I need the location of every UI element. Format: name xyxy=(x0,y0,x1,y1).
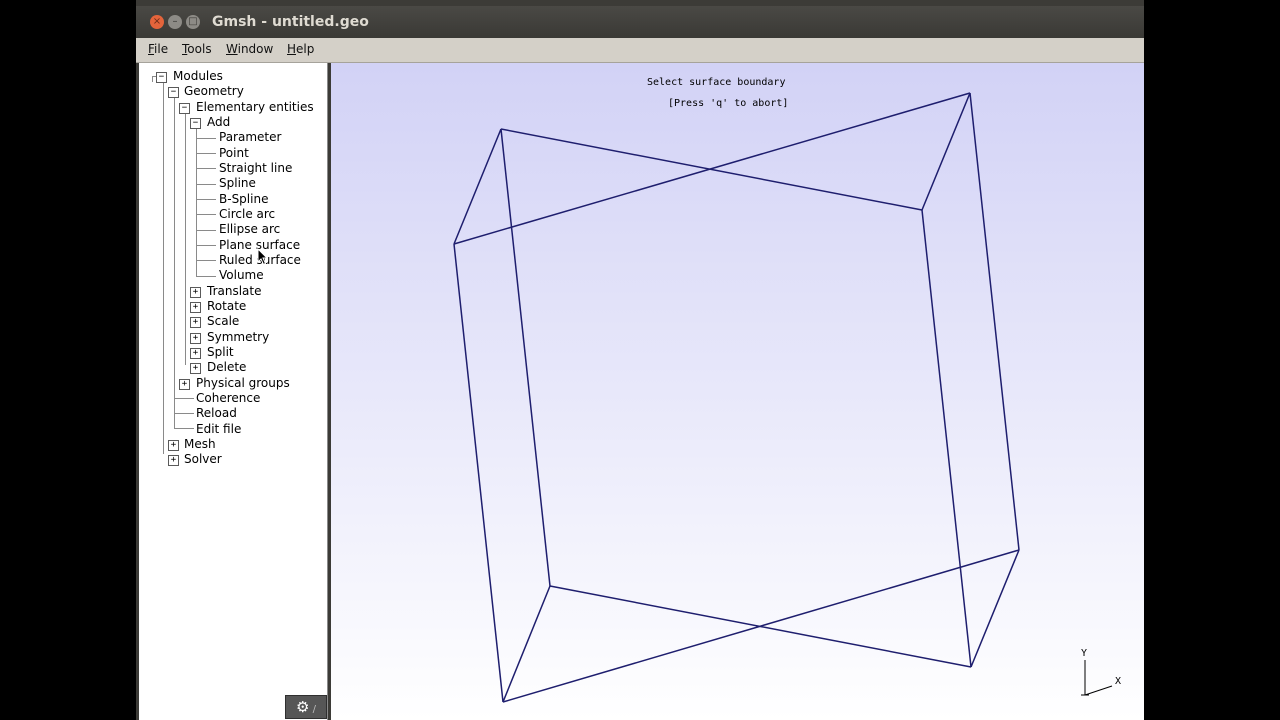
tree-item-coherence[interactable]: Coherence xyxy=(196,391,260,406)
cube-edge xyxy=(921,92,971,211)
cube-edge xyxy=(970,549,1020,668)
tree-connector xyxy=(174,413,194,414)
tree-connector xyxy=(196,260,216,261)
tree-item-ellipse-arc[interactable]: Ellipse arc xyxy=(219,222,280,237)
tree-connector xyxy=(196,168,216,169)
x-axis-label: X xyxy=(1115,676,1122,687)
tree-connector xyxy=(196,214,216,215)
cube-edge xyxy=(502,585,551,703)
tree-connector xyxy=(196,199,216,200)
symmetry-expand-toggle[interactable]: + xyxy=(190,333,201,344)
menu-help-rest: elp xyxy=(296,42,315,56)
tree-connector xyxy=(196,138,216,139)
tree-connector xyxy=(196,245,216,246)
title-bar: × – □ Gmsh - untitled.geo xyxy=(136,6,1144,38)
menu-bar: File Tools Window Help xyxy=(136,38,1144,63)
tree-item-straight-line[interactable]: Straight line xyxy=(219,161,292,176)
tree-connector xyxy=(174,97,175,428)
menu-file[interactable]: File xyxy=(148,42,168,56)
modules-collapse-toggle[interactable]: − xyxy=(156,72,167,83)
tree-item-rotate[interactable]: Rotate xyxy=(207,299,246,314)
tree-item-bspline[interactable]: B-Spline xyxy=(219,192,268,207)
menu-tools[interactable]: Tools xyxy=(182,42,212,56)
tree-item-volume[interactable]: Volume xyxy=(219,268,264,283)
y-axis-label: Y xyxy=(1081,648,1088,659)
cube-edge xyxy=(453,128,502,245)
elementary-collapse-toggle[interactable]: − xyxy=(179,103,190,114)
menu-arrow-icon: / xyxy=(309,704,316,715)
geometry-collapse-toggle[interactable]: − xyxy=(168,87,179,98)
tree-item-translate[interactable]: Translate xyxy=(207,284,262,299)
menu-help[interactable]: Help xyxy=(287,42,314,56)
solver-expand-toggle[interactable]: + xyxy=(168,455,179,466)
tree-item-scale[interactable]: Scale xyxy=(207,314,239,329)
tree-connector xyxy=(174,428,194,429)
physical-groups-expand-toggle[interactable]: + xyxy=(179,379,190,390)
close-window-button[interactable]: × xyxy=(150,15,164,29)
tree-connector xyxy=(163,81,164,454)
tree-connector xyxy=(174,398,194,399)
cube-edge xyxy=(453,92,971,245)
split-expand-toggle[interactable]: + xyxy=(190,348,201,359)
tree-connector xyxy=(196,127,197,276)
delete-expand-toggle[interactable]: + xyxy=(190,363,201,374)
add-collapse-toggle[interactable]: − xyxy=(190,118,201,129)
options-menu-button[interactable]: ⚙ / xyxy=(285,695,327,719)
gear-icon: ⚙ xyxy=(295,698,310,716)
rotate-expand-toggle[interactable]: + xyxy=(190,302,201,313)
tree-item-circle-arc[interactable]: Circle arc xyxy=(219,207,275,222)
mesh-expand-toggle[interactable]: + xyxy=(168,440,179,451)
translate-expand-toggle[interactable]: + xyxy=(190,287,201,298)
window-title: Gmsh - untitled.geo xyxy=(212,14,369,30)
tree-item-delete[interactable]: Delete xyxy=(207,360,246,375)
cube-wireframe xyxy=(453,92,1113,703)
cube-edge xyxy=(500,128,551,587)
cube-edge xyxy=(921,209,972,668)
tree-item-spline[interactable]: Spline xyxy=(219,176,256,191)
tree-item-geometry[interactable]: Geometry xyxy=(184,84,244,99)
graphics-viewport[interactable]: Select surface boundary [Press 'q' to ab… xyxy=(331,63,1144,720)
menu-window[interactable]: Window xyxy=(226,42,273,56)
tree-item-solver[interactable]: Solver xyxy=(184,452,222,467)
cube-edge xyxy=(453,243,504,703)
gmsh-window: × – □ Gmsh - untitled.geo File Tools Win… xyxy=(136,6,1144,720)
tree-connector xyxy=(196,230,216,231)
menu-file-rest: ile xyxy=(154,42,169,56)
tree-connector xyxy=(152,77,153,82)
tree-connector xyxy=(196,276,216,277)
tree-connector xyxy=(196,153,216,154)
menu-window-rest: indow xyxy=(237,42,274,56)
cube-edge xyxy=(969,92,1020,551)
tree-item-edit-file[interactable]: Edit file xyxy=(196,422,241,437)
minimize-window-button[interactable]: – xyxy=(168,15,182,29)
tree-item-elementary-entities[interactable]: Elementary entities xyxy=(196,100,314,115)
tree-connector xyxy=(185,112,186,365)
tree-item-physical-groups[interactable]: Physical groups xyxy=(196,376,290,391)
module-tree-panel: − − − − + + + + + + + + + Modules Geomet… xyxy=(139,63,328,720)
tree-item-parameter[interactable]: Parameter xyxy=(219,130,281,145)
axes-indicator xyxy=(1081,660,1113,696)
tree-item-split[interactable]: Split xyxy=(207,345,234,360)
cube-edge xyxy=(549,585,972,668)
maximize-window-button[interactable]: □ xyxy=(186,15,200,29)
menu-window-mnemonic: W xyxy=(226,42,238,56)
tree-item-modules[interactable]: Modules xyxy=(173,69,223,84)
scale-expand-toggle[interactable]: + xyxy=(190,317,201,328)
tree-item-mesh[interactable]: Mesh xyxy=(184,437,216,452)
mouse-cursor-icon xyxy=(257,248,269,266)
menu-help-mnemonic: H xyxy=(287,42,297,56)
tree-item-add[interactable]: Add xyxy=(207,115,230,130)
tree-item-symmetry[interactable]: Symmetry xyxy=(207,330,269,345)
menu-tools-rest: ools xyxy=(187,42,212,56)
x-axis-line xyxy=(1084,685,1113,696)
tree-item-point[interactable]: Point xyxy=(219,146,249,161)
tree-item-reload[interactable]: Reload xyxy=(196,406,237,421)
tree-connector xyxy=(196,184,216,185)
cube-edge xyxy=(500,128,923,211)
